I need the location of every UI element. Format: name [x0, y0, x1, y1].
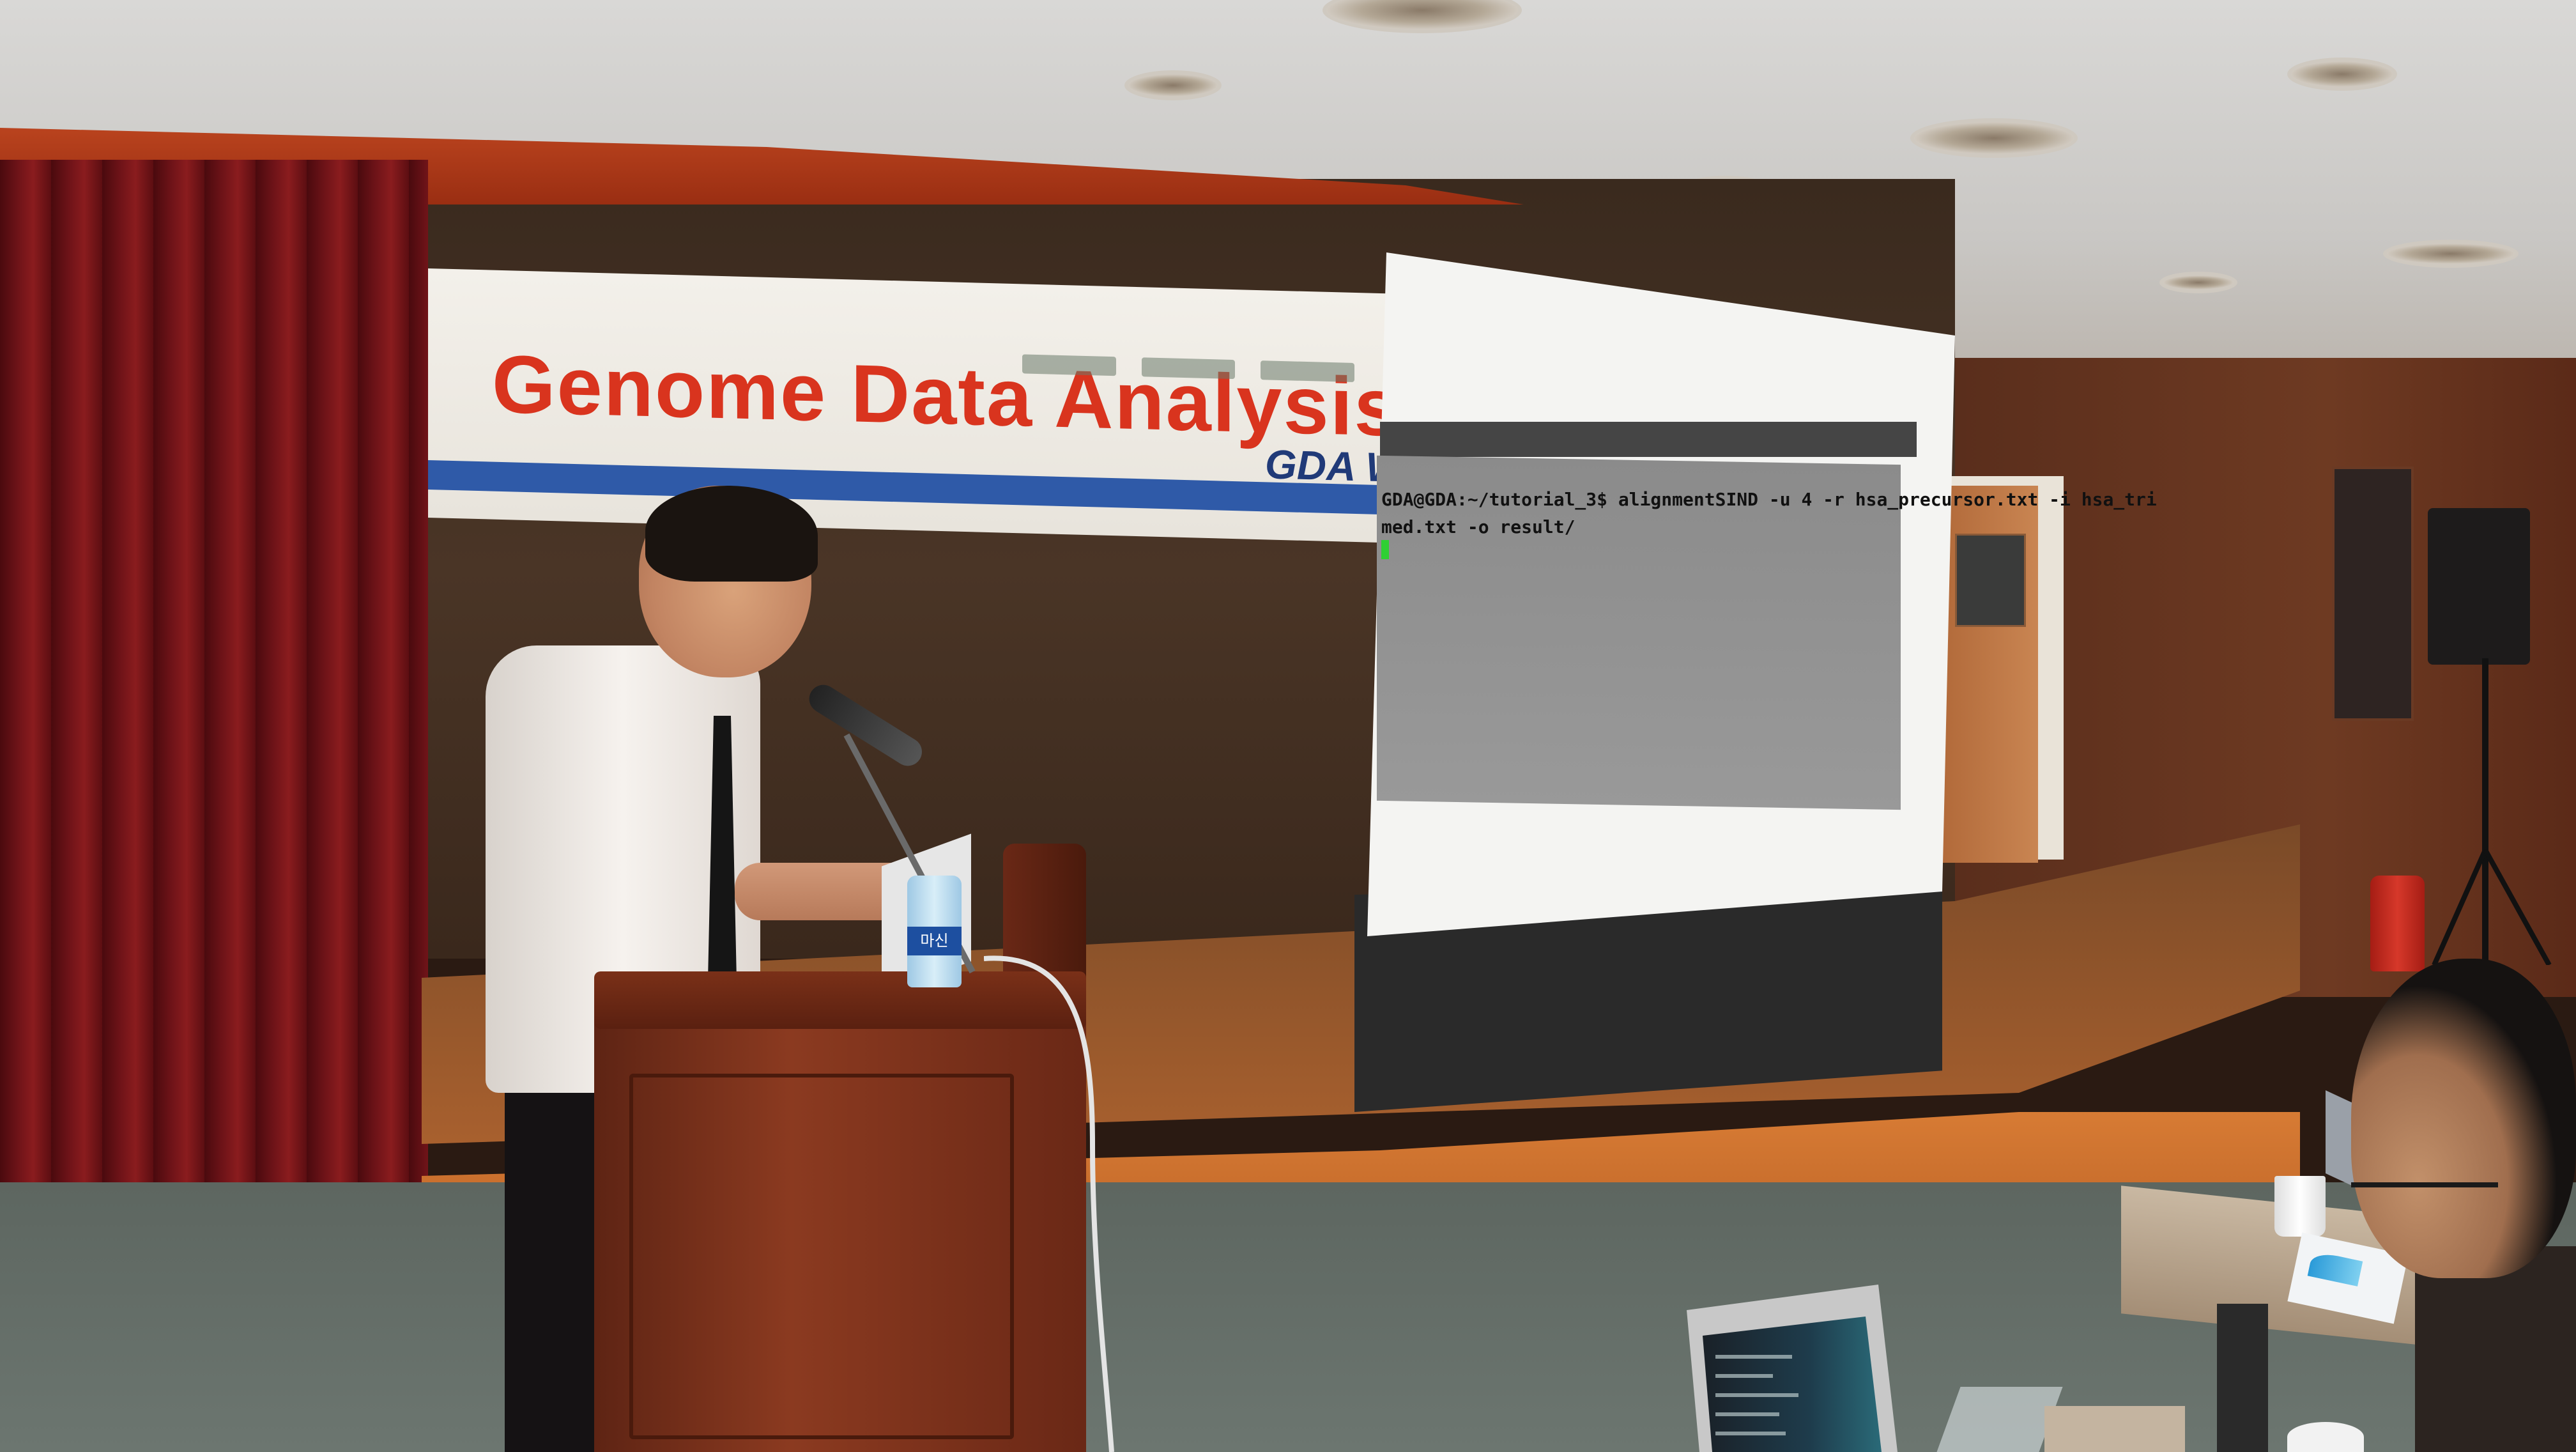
- terminal-toolbar: [1380, 422, 1917, 457]
- attendee-laptop-screen: [1703, 1317, 1882, 1452]
- eyeglasses: [2351, 1182, 2498, 1213]
- red-curtain: [0, 160, 428, 1246]
- terminal-command-line: GDA@GDA:~/tutorial_3$ alignmentSIND -u 4…: [1381, 489, 2157, 510]
- wall-panel: [2332, 467, 2414, 721]
- terminal-command-continuation: med.txt -o result/: [1381, 516, 1575, 537]
- banner-title: Genome Data Analysis: [492, 338, 1401, 454]
- ceiling-light: [1124, 70, 1222, 100]
- paper-cup: [2274, 1176, 2326, 1237]
- speaker-tripod: [2432, 658, 2552, 965]
- ceiling-light: [1322, 0, 1522, 33]
- audience-member-head: [2351, 959, 2576, 1278]
- ceiling-light: [1910, 118, 2078, 158]
- desk-leg: [2217, 1304, 2268, 1452]
- podium-panel: [629, 1074, 1014, 1439]
- water-bottle-label: 마신: [907, 927, 962, 955]
- event-banner: Genome Data Analysis GDA W: [428, 268, 1404, 543]
- ceiling-light: [2159, 272, 2237, 293]
- microphone-cable: [984, 955, 1114, 1452]
- ceiling-light: [2287, 58, 2397, 91]
- loudspeaker: [2428, 508, 2530, 665]
- ceiling-light: [2383, 240, 2518, 268]
- fire-extinguisher: [2370, 876, 2425, 971]
- paper-cup: [2287, 1422, 2364, 1452]
- terminal-cursor: [1381, 540, 1389, 559]
- door-window: [1955, 534, 2026, 627]
- front-desk: [2044, 1406, 2185, 1452]
- banner-stripe: [428, 460, 1386, 515]
